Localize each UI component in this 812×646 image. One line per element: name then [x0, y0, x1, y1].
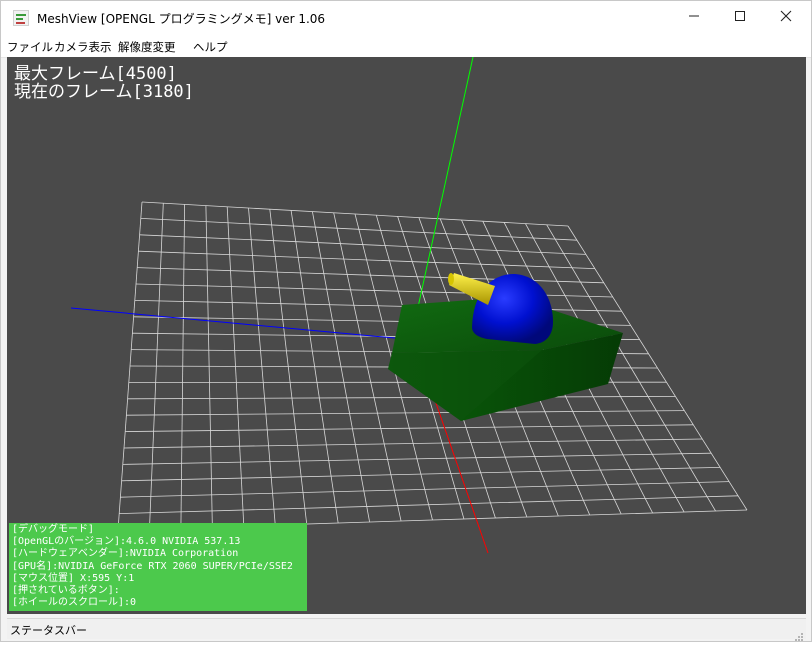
opengl-viewport[interactable]: 最大フレーム[4500] 現在のフレーム[3180] [デバッグモード] [Op… [7, 57, 806, 614]
status-text: ステータスバー [10, 622, 87, 638]
current-frame-label: 現在のフレーム[3180] [14, 82, 194, 102]
status-bar: ステータスバー [7, 618, 806, 639]
menu-resolution[interactable]: 解像度変更 [118, 39, 176, 55]
minimize-button[interactable] [671, 1, 717, 35]
title-bar[interactable]: MeshView [OPENGL プログラミングメモ] ver 1.06 [1, 1, 811, 35]
menu-help[interactable]: ヘルプ [193, 39, 228, 55]
maximize-icon [734, 10, 746, 26]
maximize-button[interactable] [717, 1, 763, 35]
app-icon[interactable] [13, 10, 29, 26]
window-title: MeshView [OPENGL プログラミングメモ] ver 1.06 [37, 10, 325, 27]
menu-camera-view[interactable]: カメラ表示 [54, 39, 112, 55]
menu-file[interactable]: ファイル [7, 39, 53, 55]
debug-mode-line: [デバッグモード] [12, 524, 304, 536]
y-axis-line [411, 57, 473, 339]
gun-barrel-end [448, 273, 454, 285]
resize-grip-icon[interactable] [794, 627, 804, 637]
debug-pressed-button: [押されているボタン]: [12, 585, 304, 597]
debug-info-panel: [デバッグモード] [OpenGLのバージョン]:4.6.0 NVIDIA 53… [9, 523, 307, 611]
close-icon [780, 10, 792, 26]
app-window: MeshView [OPENGL プログラミングメモ] ver 1.06 ファイ… [0, 0, 812, 642]
debug-mouse-position: [マウス位置] X:595 Y:1 [12, 573, 304, 585]
minimize-icon [688, 10, 700, 26]
menu-bar: ファイル カメラ表示 解像度変更 ヘルプ [1, 35, 811, 58]
debug-opengl-version: [OpenGLのバージョン]:4.6.0 NVIDIA 537.13 [12, 536, 304, 548]
debug-gpu-name: [GPU名]:NVIDIA GeForce RTX 2060 SUPER/PCI… [12, 561, 304, 573]
debug-hardware-vendor: [ハードウェアベンダー]:NVIDIA Corporation [12, 548, 304, 560]
debug-wheel-scroll: [ホイールのスクロール]:0 [12, 597, 304, 609]
max-frame-label: 最大フレーム[4500] [14, 64, 177, 84]
close-button[interactable] [763, 1, 809, 35]
